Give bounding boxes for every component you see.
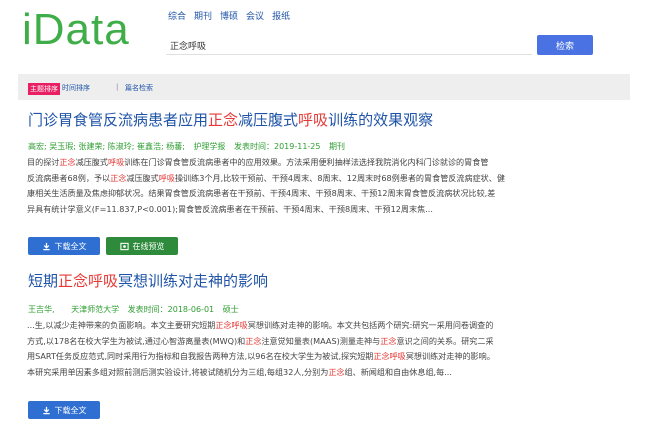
preview-icon	[119, 242, 129, 250]
idata-logo[interactable]: iData	[22, 8, 130, 52]
download-fulltext-button[interactable]: 下载全文	[28, 237, 100, 255]
nav-comprehensive[interactable]: 综合	[168, 9, 186, 22]
sort-by-time[interactable]: 时间排序	[62, 83, 90, 93]
abstract: ...生,以减少走神带来的负面影响。本文主要研究短期正念呼吸冥想训练对走神的影响…	[27, 318, 625, 380]
search-input[interactable]	[166, 36, 532, 55]
download-icon	[42, 406, 50, 414]
abstract-line: 反流病患者68例，予以正念减压腹式呼吸操训练3个月,比较干预前、干预4周末、8周…	[27, 172, 505, 183]
doc-type: 期刊	[329, 142, 346, 151]
online-preview-button[interactable]: 在线预览	[106, 237, 178, 255]
nav-journal[interactable]: 期刊	[194, 9, 212, 22]
result-title[interactable]: 短期正念呼吸冥想训练对走神的影响	[28, 272, 268, 290]
nav-thesis[interactable]: 博硕	[220, 9, 238, 22]
result-meta: 高宏; 吴玉瑕; 张建荣; 陈淑玲; 崔鑫浩; 杨蕃; 护理学报 发表时间：20…	[28, 141, 345, 153]
author-list[interactable]: 王吉华,	[28, 305, 55, 314]
source[interactable]: 护理学报	[193, 142, 225, 151]
source[interactable]: 天津师范大学	[71, 305, 119, 314]
result-title[interactable]: 门诊胃食管反流病患者应用正念减压腹式呼吸训练的效果观察	[28, 111, 433, 129]
sort-separator: |	[116, 83, 119, 91]
abstract-line: 康相关生活质量及焦虑抑郁状况。结果胃食管反流病患者在干预前、干预4周末、干预8周…	[27, 188, 496, 199]
download-icon	[42, 242, 50, 250]
sort-bar: 主题排序 时间排序 | 篇名检索	[18, 74, 630, 100]
nav-newspaper[interactable]: 报纸	[272, 9, 290, 22]
top-nav: 综合 期刊 博硕 会议 报纸	[168, 9, 290, 22]
author-list[interactable]: 高宏; 吴玉瑕; 张建荣; 陈淑玲; 崔鑫浩; 杨蕃;	[28, 142, 185, 151]
download-fulltext-button[interactable]: 下载全文	[28, 401, 100, 419]
doc-type: 硕士	[222, 305, 239, 314]
nav-conference[interactable]: 会议	[246, 9, 264, 22]
abstract-line: ...生,以减少走神带来的负面影响。本文主要研究短期正念呼吸冥想训练对走神的影响…	[27, 320, 494, 330]
publish-date: 发表时间：2018-06-01	[127, 305, 215, 314]
publish-date: 发表时间：2019-11-25	[233, 142, 321, 151]
abstract-line: 本研究采用单因素多组对照前测后测实验设计,将被试随机分为三组,每组32人,分别为…	[27, 366, 452, 377]
abstract-line: 方式,以178名在校大学生为被试,通过心智游离量表(MWQ)和正念注意觉知量表(…	[27, 335, 494, 346]
search-button[interactable]: 检索	[537, 35, 593, 55]
abstract-line: 用SART任务反应范式,同时采用行为指标和自我报告两种方法,以96名在校大学生为…	[27, 351, 495, 362]
result-meta: 王吉华, 天津师范大学 发表时间：2018-06-01 硕士	[28, 304, 239, 316]
abstract-line: 异具有统计学意义(F=11.837,P<0.001);胃食管反流病患者在干预前、…	[27, 203, 433, 214]
title-search[interactable]: 篇名检索	[125, 83, 153, 93]
abstract: 目的探讨正念减压腹式呼吸训练在门诊胃食管反流病患者中的应用效果。方法采用便利抽样…	[27, 155, 625, 217]
sort-by-topic[interactable]: 主题排序	[28, 83, 60, 95]
abstract-line: 目的探讨正念减压腹式呼吸训练在门诊胃食管反流病患者中的应用效果。方法采用便利抽样…	[27, 157, 489, 167]
